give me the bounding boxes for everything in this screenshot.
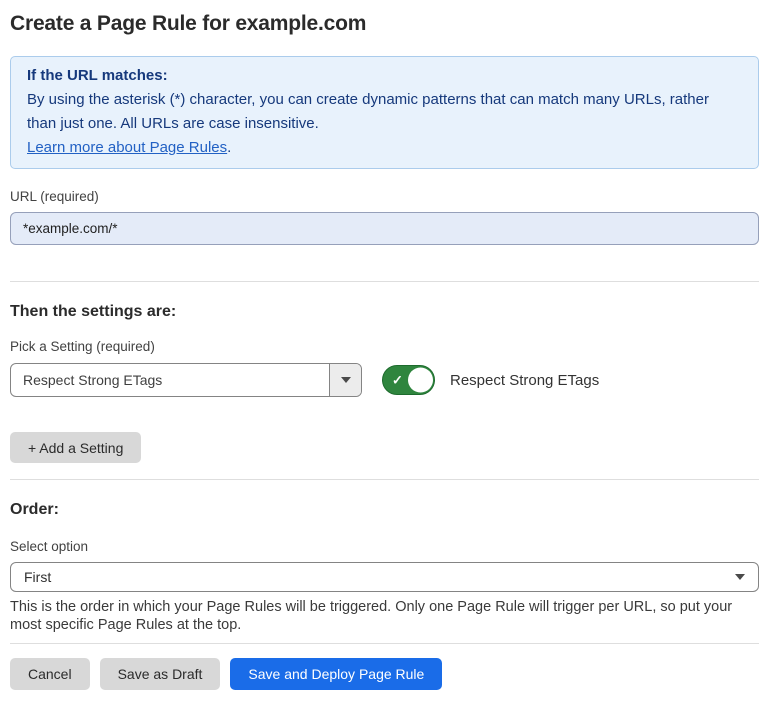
- order-dropdown-value: First: [24, 569, 735, 585]
- page-title: Create a Page Rule for example.com: [10, 12, 759, 36]
- chevron-down-icon: [341, 377, 351, 383]
- divider: [10, 479, 759, 480]
- info-box-heading: If the URL matches:: [27, 64, 742, 88]
- check-icon: ✓: [392, 374, 403, 387]
- etags-toggle[interactable]: ✓: [382, 365, 435, 395]
- learn-more-link[interactable]: Learn more about Page Rules: [27, 139, 227, 156]
- info-box-body: By using the asterisk (*) character, you…: [27, 88, 742, 136]
- pick-setting-label: Pick a Setting (required): [10, 339, 759, 354]
- toggle-label: Respect Strong ETags: [450, 372, 599, 389]
- setting-dropdown-value: Respect Strong ETags: [11, 364, 329, 396]
- url-match-info-box: If the URL matches: By using the asteris…: [10, 56, 759, 169]
- add-setting-button[interactable]: + Add a Setting: [10, 432, 141, 463]
- toggle-knob: [408, 368, 433, 393]
- save-draft-button[interactable]: Save as Draft: [100, 658, 221, 690]
- cancel-button[interactable]: Cancel: [10, 658, 90, 690]
- save-deploy-button[interactable]: Save and Deploy Page Rule: [230, 658, 442, 690]
- setting-toggle-group: ✓ Respect Strong ETags: [382, 365, 599, 395]
- link-suffix: .: [227, 139, 231, 156]
- url-input[interactable]: [10, 212, 759, 245]
- url-field-label: URL (required): [10, 189, 759, 204]
- footer-actions: Cancel Save as Draft Save and Deploy Pag…: [10, 658, 759, 690]
- order-section-heading: Order:: [10, 501, 759, 519]
- info-box-link-line: Learn more about Page Rules.: [27, 136, 742, 160]
- divider: [10, 281, 759, 282]
- order-dropdown[interactable]: First: [10, 562, 759, 592]
- page-rule-form: Create a Page Rule for example.com If th…: [0, 0, 769, 700]
- order-select-label: Select option: [10, 539, 759, 554]
- settings-section-heading: Then the settings are:: [10, 303, 759, 321]
- chevron-down-icon: [735, 574, 745, 580]
- order-help-text: This is the order in which your Page Rul…: [10, 598, 755, 634]
- setting-dropdown-arrow-button[interactable]: [329, 364, 361, 396]
- divider: [10, 643, 759, 644]
- setting-dropdown[interactable]: Respect Strong ETags: [10, 363, 362, 397]
- setting-row: Respect Strong ETags ✓ Respect Strong ET…: [10, 363, 759, 397]
